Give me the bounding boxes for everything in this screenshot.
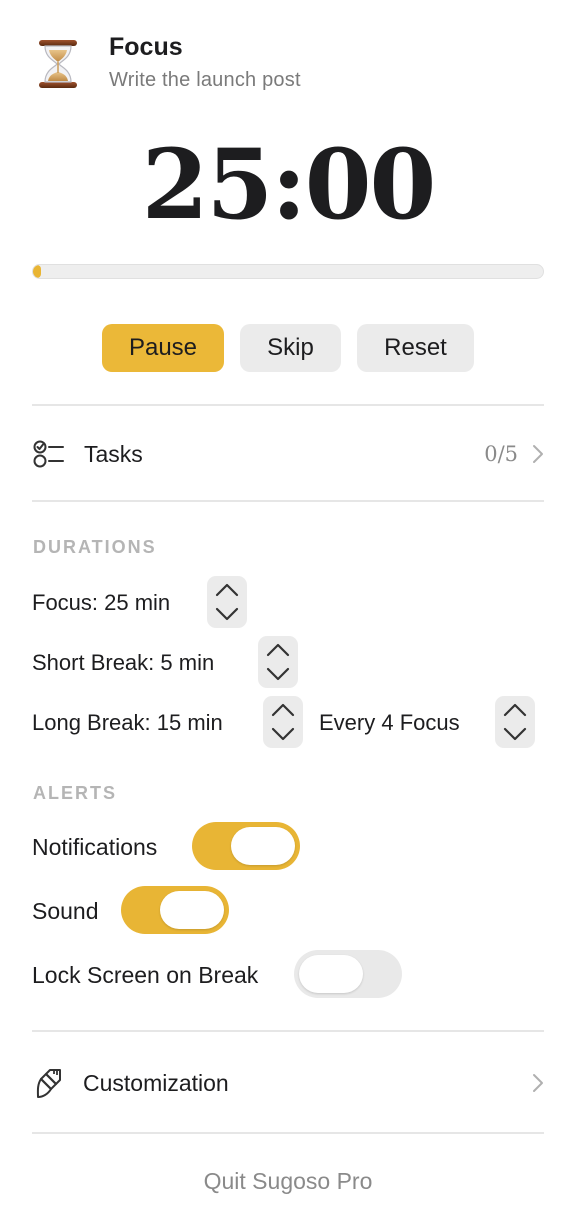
- long-break-interval-stepper[interactable]: [495, 696, 535, 748]
- chevron-up-icon[interactable]: [270, 701, 296, 719]
- chevron-up-icon[interactable]: [502, 701, 528, 719]
- chevron-right-icon: [532, 1073, 544, 1093]
- toggle-knob: [299, 955, 363, 993]
- long-break-interval-label: Every 4 Focus: [319, 710, 460, 735]
- chevron-right-icon: [532, 444, 544, 464]
- focus-duration-label: Focus: 25 min: [32, 590, 171, 615]
- chevron-down-icon[interactable]: [502, 725, 528, 743]
- tasks-row[interactable]: Tasks 0/5: [32, 430, 544, 478]
- chevron-down-icon[interactable]: [270, 725, 296, 743]
- toggle-knob: [160, 891, 224, 929]
- toggle-knob: [231, 827, 295, 865]
- lock-screen-toggle[interactable]: [294, 950, 402, 998]
- chevron-up-icon[interactable]: [265, 641, 291, 659]
- mode-subtitle: Write the launch post: [109, 69, 301, 91]
- hourglass-icon: [36, 38, 80, 90]
- chevron-up-icon[interactable]: [214, 581, 240, 599]
- focus-duration-stepper[interactable]: [207, 576, 247, 628]
- sound-toggle[interactable]: [121, 886, 229, 934]
- pause-button[interactable]: Pause: [102, 324, 224, 372]
- alerts-section-label: ALERTS: [33, 783, 117, 803]
- timer-display: 25:00: [141, 128, 437, 241]
- chevron-down-icon[interactable]: [265, 665, 291, 683]
- quit-button[interactable]: Quit Sugoso Pro: [0, 1168, 576, 1195]
- progress-fill: [33, 265, 42, 278]
- checklist-icon: [32, 439, 66, 469]
- tasks-count: 0/5: [484, 442, 518, 466]
- skip-button[interactable]: Skip: [240, 324, 341, 372]
- chevron-down-icon[interactable]: [214, 605, 240, 623]
- tasks-label: Tasks: [84, 440, 143, 467]
- divider: [32, 1132, 544, 1134]
- divider: [32, 500, 544, 502]
- long-break-stepper[interactable]: [263, 696, 303, 748]
- customization-label: Customization: [83, 1069, 229, 1096]
- short-break-stepper[interactable]: [258, 636, 298, 688]
- reset-button[interactable]: Reset: [357, 324, 474, 372]
- divider: [32, 404, 544, 406]
- sound-label: Sound: [32, 898, 99, 924]
- long-break-duration-label: Long Break: 15 min: [32, 710, 223, 735]
- short-break-duration-label: Short Break: 5 min: [32, 650, 215, 675]
- divider: [32, 1030, 544, 1032]
- lock-screen-label: Lock Screen on Break: [32, 962, 259, 988]
- customization-row[interactable]: Customization: [32, 1058, 544, 1108]
- mode-title: Focus: [109, 33, 183, 61]
- paintbrush-icon: [34, 1066, 64, 1100]
- progress-bar: [32, 264, 544, 279]
- notifications-toggle[interactable]: [192, 822, 300, 870]
- durations-section-label: DURATIONS: [33, 537, 157, 557]
- notifications-label: Notifications: [32, 834, 158, 860]
